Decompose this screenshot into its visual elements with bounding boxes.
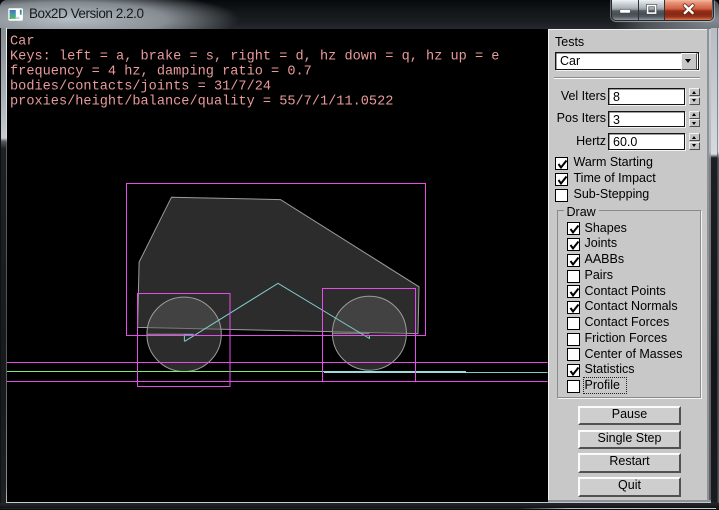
svg-text:frequency = 4 hz, damping rati: frequency = 4 hz, damping ratio = 0.7 xyxy=(10,65,312,80)
svg-text:bodies/contacts/joints = 31/7/: bodies/contacts/joints = 31/7/24 xyxy=(10,80,271,95)
svg-text:proxies/height/balance/quality: proxies/height/balance/quality = 55/7/1/… xyxy=(10,95,393,110)
svg-text:Car: Car xyxy=(10,35,34,50)
svg-text:Keys: left = a, brake = s, rig: Keys: left = a, brake = s, right = d, hz… xyxy=(10,50,499,65)
